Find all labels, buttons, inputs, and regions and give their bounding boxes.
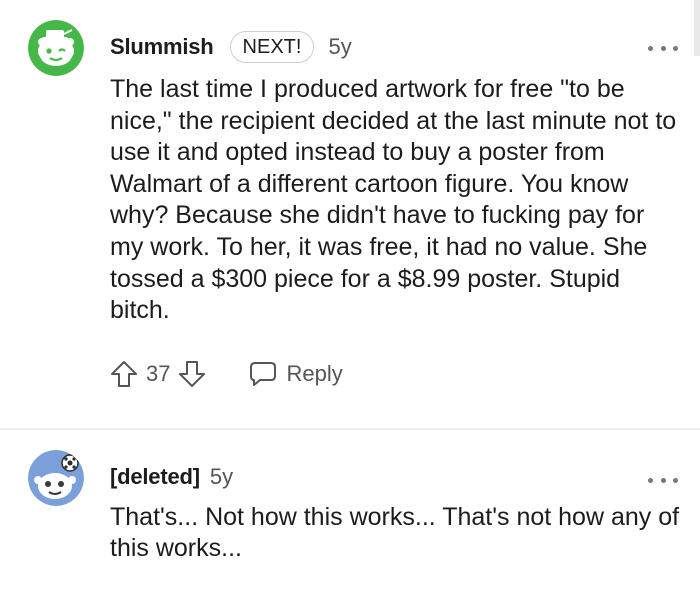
user-avatar[interactable]: [28, 450, 84, 506]
speech-bubble-icon: [250, 362, 277, 386]
comment: [deleted] 5y That's... Not how this work…: [0, 430, 700, 592]
comment-body: The last time I produced artwork for fre…: [110, 75, 677, 325]
snoo-avatar-icon: [28, 450, 84, 506]
reply-label: Reply: [286, 361, 343, 386]
more-options-icon[interactable]: [648, 475, 678, 485]
arrow-up-icon: [111, 361, 137, 387]
user-avatar[interactable]: [28, 20, 84, 76]
username[interactable]: Slummish: [110, 34, 214, 60]
comment: Slummish NEXT! 5y The last time I produc…: [0, 0, 700, 428]
comment-age: 5y: [328, 34, 352, 59]
snoo-avatar-icon: [28, 20, 84, 76]
vote-score: 37: [146, 361, 171, 386]
user-flair: NEXT!: [229, 31, 315, 63]
downvote-button[interactable]: [176, 358, 208, 390]
comment-meta: [deleted] 5y: [110, 462, 233, 492]
comment-meta: Slummish NEXT! 5y: [110, 30, 352, 64]
arrow-down-icon: [179, 361, 206, 387]
comment-body: That's... Not how this works... That's n…: [110, 503, 680, 562]
upvote-button[interactable]: [108, 358, 140, 390]
comment-actions: 37 Reply: [108, 356, 343, 392]
comment-age: 5y: [209, 464, 234, 489]
more-options-icon[interactable]: [648, 43, 678, 53]
reply-button[interactable]: Reply: [248, 360, 343, 388]
username[interactable]: [deleted]: [110, 464, 200, 490]
